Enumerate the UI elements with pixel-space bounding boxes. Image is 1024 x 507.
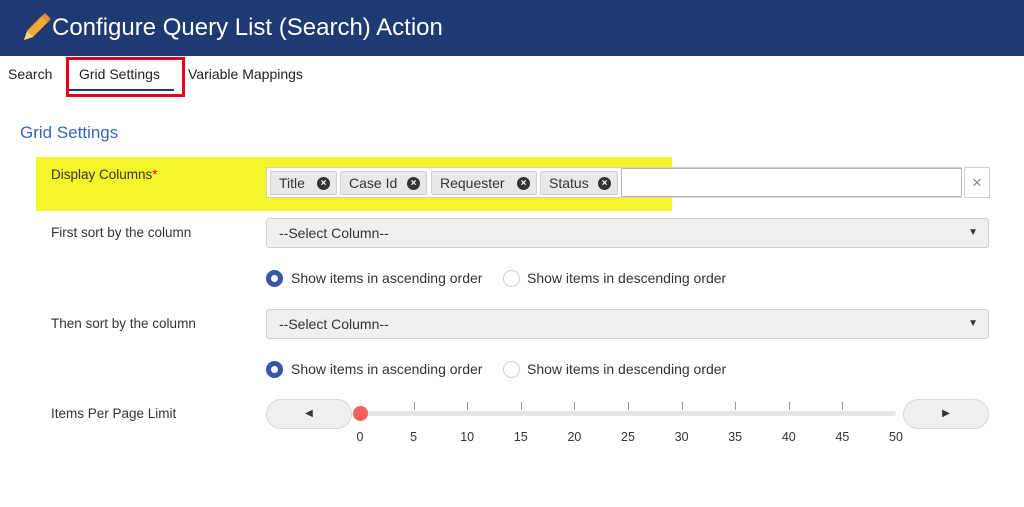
tag-case-id[interactable]: Case Id × (340, 171, 427, 195)
section-title: Grid Settings (20, 123, 119, 142)
tag-title[interactable]: Title × (270, 171, 337, 195)
slider-increment-button[interactable]: ▶ (903, 399, 989, 429)
ascending-label: Show items in ascending order (291, 270, 483, 286)
items-per-page-label: Items Per Page Limit (51, 406, 177, 421)
slider-tick (842, 402, 844, 410)
slider-tick-label: 20 (567, 430, 582, 444)
slider-tick-label: 30 (674, 430, 689, 444)
tab-variable-mappings[interactable]: Variable Mappings (188, 66, 303, 82)
then-sort-order-group: Show items in ascending order Show items… (266, 360, 746, 380)
required-marker: * (152, 167, 158, 182)
tag-requester[interactable]: Requester × (431, 171, 537, 195)
annotation-box (66, 57, 185, 97)
remove-tag-icon[interactable]: × (407, 177, 420, 190)
slider-tick (628, 402, 629, 410)
first-sort-ascending-radio[interactable] (266, 270, 283, 287)
slider-decrement-button[interactable]: ◀ (266, 399, 352, 429)
tag-label: Requester (440, 175, 505, 191)
slider-tick (467, 402, 469, 410)
display-columns-tag-input[interactable]: Title × Case Id × Requester × Status × (266, 167, 962, 198)
remove-tag-icon[interactable]: × (517, 177, 530, 190)
tag-text-input[interactable] (621, 168, 962, 197)
descending-label: Show items in descending order (527, 270, 727, 286)
select-value: --Select Column-- (279, 316, 389, 332)
first-sort-select[interactable]: --Select Column-- ▼ (266, 218, 989, 248)
display-columns-label-text: Display Columns (51, 167, 153, 182)
slider-tick-label: 10 (460, 430, 475, 444)
dropdown-arrow-icon: ▼ (968, 227, 978, 238)
slider-tick-label: 0 (356, 430, 364, 444)
tag-label: Title (279, 175, 305, 191)
slider-tick (574, 402, 576, 410)
tab-search[interactable]: Search (8, 66, 52, 82)
then-sort-ascending-radio[interactable] (266, 361, 283, 378)
title-bar: Configure Query List (Search) Action (0, 0, 1024, 56)
remove-tag-icon[interactable]: × (317, 177, 330, 190)
tag-status[interactable]: Status × (540, 171, 618, 195)
slider-tick-label: 50 (889, 430, 903, 444)
pencil-icon (24, 13, 51, 40)
dropdown-arrow-icon: ▼ (968, 318, 978, 329)
slider-tick (413, 402, 415, 410)
then-sort-descending-radio[interactable] (503, 361, 520, 378)
slider-tick (788, 402, 790, 410)
slider-tick (735, 402, 737, 410)
first-sort-label: First sort by the column (51, 225, 192, 240)
slider-track[interactable] (360, 411, 896, 416)
display-columns-label: Display Columns* (51, 167, 158, 182)
descending-label: Show items in descending order (527, 361, 727, 377)
slider-tick-label: 40 (781, 430, 796, 444)
slider-handle[interactable] (353, 406, 368, 421)
page-title: Configure Query List (Search) Action (52, 14, 443, 41)
first-sort-order-group: Show items in ascending order Show items… (266, 269, 746, 289)
slider-tick-label: 25 (621, 430, 635, 444)
then-sort-label: Then sort by the column (51, 316, 196, 331)
ascending-label: Show items in ascending order (291, 361, 483, 377)
first-sort-descending-radio[interactable] (503, 270, 520, 287)
slider-tick-label: 45 (835, 430, 850, 444)
slider-tick-label: 35 (728, 430, 743, 444)
slider-tick (681, 402, 683, 410)
tag-label: Case Id (349, 175, 398, 191)
slider-tick-label: 5 (410, 430, 418, 444)
slider-tick-label: 15 (513, 430, 528, 444)
then-sort-select[interactable]: --Select Column-- ▼ (266, 309, 989, 339)
tag-label: Status (549, 175, 589, 191)
clear-tags-button[interactable]: × (964, 167, 990, 198)
remove-tag-icon[interactable]: × (598, 177, 611, 190)
select-value: --Select Column-- (279, 225, 389, 241)
slider-tick (520, 402, 522, 410)
